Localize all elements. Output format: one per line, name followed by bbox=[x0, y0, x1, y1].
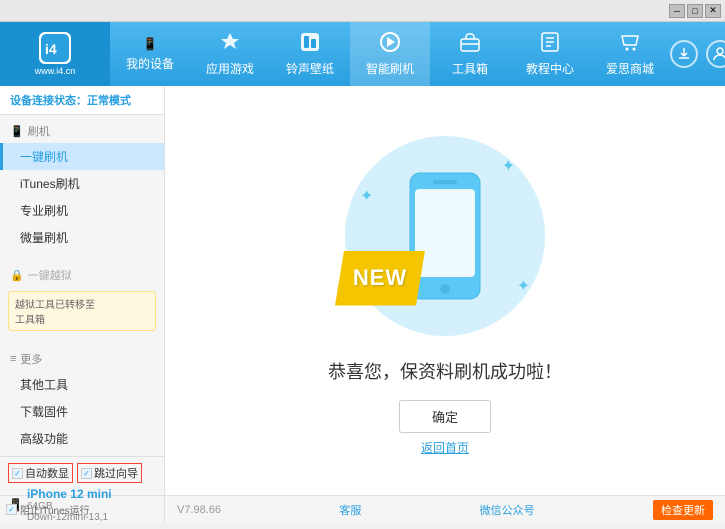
sidebar: 设备连接状态：正常模式 📱 刷机 一键刷机 iTunes刷机 专业刷机 微量刷机… bbox=[0, 86, 165, 495]
app-games-icon bbox=[219, 31, 241, 56]
nav-right-buttons bbox=[670, 40, 725, 68]
sparkle-3: ✦ bbox=[517, 276, 530, 296]
auto-flash-checkbox-group[interactable]: ✓ 自动数显 bbox=[8, 463, 73, 483]
nav-bar: 📱 我的设备 应用游戏 铃声壁纸 bbox=[110, 22, 670, 86]
mall-icon bbox=[619, 31, 641, 56]
sidebar-item-other-tools[interactable]: 其他工具 bbox=[0, 371, 164, 398]
download-button[interactable] bbox=[670, 40, 698, 68]
status-bar: ✓ 阻止iTunes运行 V7.98.66 客服 微信公众号 检查更新 bbox=[0, 495, 725, 523]
smart-flash-label: 智能刷机 bbox=[366, 60, 414, 77]
customer-service-link[interactable]: 客服 bbox=[339, 502, 361, 518]
prevent-itunes-group[interactable]: ✓ 阻止iTunes运行 bbox=[6, 502, 90, 517]
connection-status: 设备连接状态：正常模式 bbox=[0, 86, 164, 115]
status-bar-right: V7.98.66 客服 微信公众号 检查更新 bbox=[165, 500, 725, 520]
sidebar-item-itunes-flash[interactable]: iTunes刷机 bbox=[0, 170, 164, 197]
minimize-button[interactable]: ─ bbox=[669, 4, 685, 18]
auto-flash-label: 自动数显 bbox=[25, 465, 69, 481]
close-button[interactable]: ✕ bbox=[705, 4, 721, 18]
nav-ringtone[interactable]: 铃声壁纸 bbox=[270, 22, 350, 86]
my-device-icon: 📱 bbox=[143, 37, 158, 51]
jailbreak-section: 🔒 一键越狱 越狱工具已转移至工具箱 bbox=[0, 259, 164, 339]
nav-my-device[interactable]: 📱 我的设备 bbox=[110, 22, 190, 86]
tutorial-label: 教程中心 bbox=[526, 60, 574, 77]
phone-circle-bg: ✦ ✦ ✦ NEW bbox=[345, 136, 545, 336]
window-controls: ─ □ ✕ bbox=[669, 4, 721, 18]
sidebar-item-one-key-flash[interactable]: 一键刷机 bbox=[0, 143, 164, 170]
flash-section-title: 📱 刷机 bbox=[0, 119, 164, 143]
success-illustration: ✦ ✦ ✦ NEW bbox=[325, 126, 565, 346]
connection-value: 正常模式 bbox=[87, 95, 131, 107]
tutorial-icon bbox=[539, 31, 561, 56]
jailbreak-notice: 越狱工具已转移至工具箱 bbox=[8, 291, 156, 331]
sidebar-item-save-data-flash[interactable]: 微量刷机 bbox=[0, 224, 164, 251]
restore-button[interactable]: □ bbox=[687, 4, 703, 18]
logo[interactable]: i4 www.i4.cn bbox=[0, 22, 110, 86]
nav-mall[interactable]: 爱思商城 bbox=[590, 22, 670, 86]
header: i4 www.i4.cn 📱 我的设备 应用游戏 bbox=[0, 22, 725, 86]
svg-text:i4: i4 bbox=[45, 41, 57, 57]
logo-icon: i4 bbox=[39, 32, 71, 64]
toolbox-label: 工具箱 bbox=[452, 60, 488, 77]
skip-wizard-label: 跳过向导 bbox=[94, 465, 138, 481]
more-section-title: ≡ 更多 bbox=[0, 347, 164, 371]
flash-section-icon: 📱 bbox=[10, 125, 24, 138]
connection-label: 设备连接状态： bbox=[10, 95, 87, 107]
ringtone-label: 铃声壁纸 bbox=[286, 60, 334, 77]
logo-subtitle: www.i4.cn bbox=[35, 66, 76, 76]
lock-icon: 🔒 bbox=[10, 269, 24, 282]
back-link[interactable]: 返回首页 bbox=[421, 439, 469, 456]
sparkle-1: ✦ bbox=[502, 156, 515, 176]
prevent-itunes-label: 阻止iTunes运行 bbox=[20, 502, 90, 517]
status-bar-left: ✓ 阻止iTunes运行 bbox=[0, 496, 165, 523]
check-update-button[interactable]: 检查更新 bbox=[653, 500, 713, 520]
sidebar-item-pro-flash[interactable]: 专业刷机 bbox=[0, 197, 164, 224]
toolbox-icon bbox=[459, 31, 481, 56]
new-badge: NEW bbox=[335, 251, 425, 306]
skip-wizard-checkbox[interactable]: ✓ bbox=[81, 468, 92, 479]
mall-label: 爱思商城 bbox=[606, 60, 654, 77]
nav-smart-flash[interactable]: 智能刷机 bbox=[350, 22, 430, 86]
app-games-label: 应用游戏 bbox=[206, 60, 254, 77]
title-bar: ─ □ ✕ bbox=[0, 0, 725, 22]
nav-app-games[interactable]: 应用游戏 bbox=[190, 22, 270, 86]
version-text: V7.98.66 bbox=[177, 504, 221, 516]
user-button[interactable] bbox=[706, 40, 725, 68]
wechat-link[interactable]: 微信公众号 bbox=[480, 502, 535, 518]
auto-flash-checkbox[interactable]: ✓ bbox=[12, 468, 23, 479]
nav-tutorial[interactable]: 教程中心 bbox=[510, 22, 590, 86]
ringtone-icon bbox=[299, 31, 321, 56]
my-device-label: 我的设备 bbox=[126, 55, 174, 72]
more-icon: ≡ bbox=[10, 353, 16, 365]
confirm-button[interactable]: 确定 bbox=[399, 400, 491, 433]
sidebar-item-download-firmware[interactable]: 下载固件 bbox=[0, 398, 164, 425]
skip-wizard-checkbox-group[interactable]: ✓ 跳过向导 bbox=[77, 463, 142, 483]
main-area: 设备连接状态：正常模式 📱 刷机 一键刷机 iTunes刷机 专业刷机 微量刷机… bbox=[0, 86, 725, 495]
nav-toolbox[interactable]: 工具箱 bbox=[430, 22, 510, 86]
jailbreak-section-title: 🔒 一键越狱 bbox=[0, 263, 164, 287]
sidebar-item-advanced[interactable]: 高级功能 bbox=[0, 425, 164, 452]
success-message: 恭喜您，保资料刷机成功啦！ bbox=[328, 358, 562, 384]
prevent-itunes-checkbox[interactable]: ✓ bbox=[6, 504, 17, 515]
sparkle-2: ✦ bbox=[360, 186, 373, 206]
new-badge-text: NEW bbox=[353, 265, 407, 291]
flash-section: 📱 刷机 一键刷机 iTunes刷机 专业刷机 微量刷机 bbox=[0, 115, 164, 255]
content-area: ✦ ✦ ✦ NEW 恭喜您 bbox=[165, 86, 725, 495]
smart-flash-icon bbox=[379, 31, 401, 56]
more-section: ≡ 更多 其他工具 下载固件 高级功能 bbox=[0, 343, 164, 456]
